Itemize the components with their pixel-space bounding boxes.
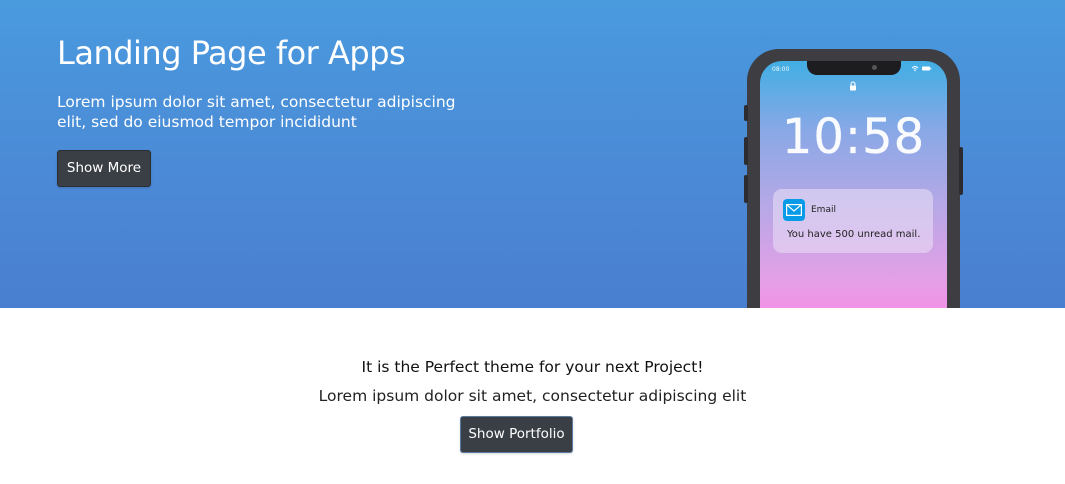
camera-icon <box>872 65 877 70</box>
wifi-battery-icon <box>911 66 932 72</box>
notification-message: You have 500 unread mail. <box>787 229 921 240</box>
phone-volume-up-button <box>744 137 748 165</box>
phone-volume-down-button <box>744 175 748 203</box>
phone-power-button <box>959 147 963 195</box>
section-title: It is the Perfect theme for your next Pr… <box>361 358 704 376</box>
mail-icon <box>783 199 805 221</box>
notification-app-name: Email <box>811 205 836 215</box>
phone-mute-button <box>744 105 748 121</box>
hero-subtitle: Lorem ipsum dolor sit amet, consectetur … <box>57 93 456 131</box>
notification-card[interactable]: Email You have 500 unread mail. <box>773 189 933 253</box>
phone-mockup: 08:00 10:58 Email You have 500 unread ma… <box>744 49 963 308</box>
status-icons <box>911 65 933 74</box>
status-time: 08:00 <box>772 66 790 73</box>
portfolio-section: It is the Perfect theme for your next Pr… <box>0 308 1065 484</box>
phone-notch <box>807 61 901 75</box>
hero-section: Landing Page for Apps Lorem ipsum dolor … <box>0 0 1065 308</box>
phone-screen: 08:00 10:58 Email You have 500 unread ma… <box>760 61 947 308</box>
hero-title: Landing Page for Apps <box>57 34 406 72</box>
clock-text: 10:58 <box>781 109 926 165</box>
show-portfolio-button[interactable]: Show Portfolio <box>460 416 573 453</box>
show-more-button[interactable]: Show More <box>57 150 151 187</box>
lock-screen-clock: 10:58 <box>760 109 947 165</box>
lock-icon <box>850 81 856 91</box>
section-subtitle: Lorem ipsum dolor sit amet, consectetur … <box>318 387 747 405</box>
